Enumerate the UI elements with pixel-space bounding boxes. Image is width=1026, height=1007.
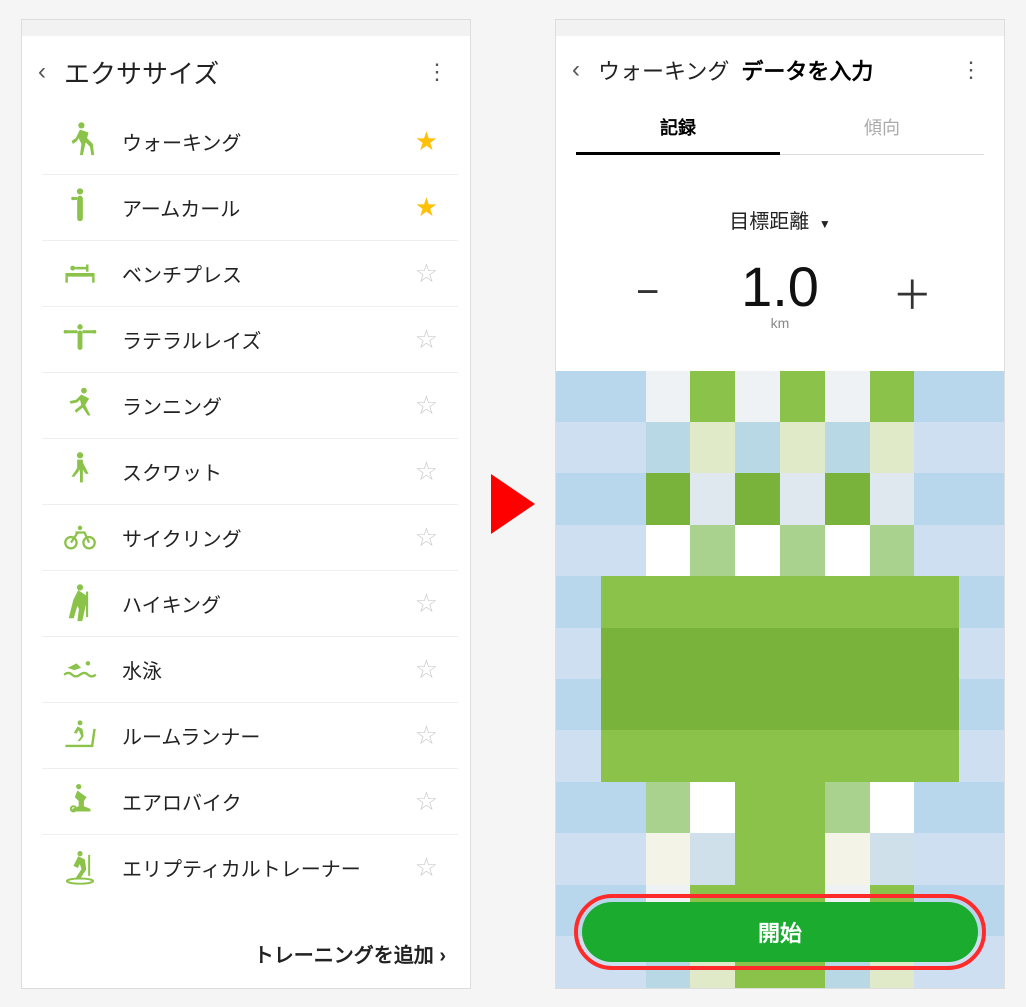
exercise-label: アームカール bbox=[122, 193, 391, 222]
exercise-label: ランニング bbox=[122, 391, 391, 420]
page-title: エクササイズ bbox=[64, 54, 402, 91]
list-item[interactable]: ラテラルレイズ ☆ bbox=[42, 307, 458, 373]
exercise-label: エアロバイク bbox=[122, 787, 391, 816]
caret-down-icon: ▼ bbox=[819, 217, 831, 231]
header: ‹ ウォーキング データを入力 ⋮ bbox=[556, 36, 1004, 104]
star-icon[interactable]: ☆ bbox=[415, 258, 438, 289]
list-item[interactable]: エリプティカルトレーナー ☆ bbox=[42, 835, 458, 901]
more-icon[interactable]: ⋮ bbox=[954, 57, 988, 83]
exercise-list: ウォーキング★アームカール★ベンチプレス☆ラテラルレイズ☆ランニング☆スクワット… bbox=[22, 109, 470, 919]
status-bar bbox=[556, 20, 1004, 36]
tabs: 記録 傾向 bbox=[576, 104, 984, 155]
tab-record[interactable]: 記録 bbox=[576, 104, 780, 155]
star-icon[interactable]: ☆ bbox=[415, 720, 438, 751]
start-button[interactable]: 開始 bbox=[582, 902, 978, 962]
exercise-label: エリプティカルトレーナー bbox=[122, 853, 391, 882]
chevron-right-icon: › bbox=[439, 945, 446, 967]
list-item[interactable]: ハイキング ☆ bbox=[42, 571, 458, 637]
exercise-start-screen: ‹ ウォーキング データを入力 ⋮ 記録 傾向 目標距離 ▼ − 1.0 km … bbox=[555, 19, 1005, 989]
exercise-label: ハイキング bbox=[122, 589, 391, 618]
star-icon[interactable]: ☆ bbox=[415, 390, 438, 421]
star-icon[interactable]: ★ bbox=[415, 192, 438, 223]
elliptical-icon bbox=[62, 850, 98, 886]
walk-icon bbox=[62, 123, 98, 159]
star-icon[interactable]: ☆ bbox=[415, 786, 438, 817]
target-dropdown[interactable]: 目標距離 ▼ bbox=[556, 205, 1004, 234]
list-item[interactable]: スクワット ☆ bbox=[42, 439, 458, 505]
exercise-label: ベンチプレス bbox=[122, 259, 391, 288]
list-item[interactable]: サイクリング ☆ bbox=[42, 505, 458, 571]
ergbike-icon bbox=[62, 783, 98, 819]
add-training-label: トレーニングを追加 bbox=[254, 945, 434, 967]
exercise-label: サイクリング bbox=[122, 523, 391, 552]
back-icon[interactable]: ‹ bbox=[38, 58, 46, 86]
start-label: 開始 bbox=[758, 921, 802, 946]
swim-icon bbox=[62, 651, 98, 687]
target-label: 目標距離 bbox=[729, 211, 809, 233]
exercise-label: ラテラルレイズ bbox=[122, 325, 391, 354]
plus-button[interactable]: ＋ bbox=[882, 263, 942, 321]
exercise-label: ウォーキング bbox=[122, 127, 391, 156]
start-button-highlight: 開始 bbox=[574, 894, 986, 970]
list-item[interactable]: ベンチプレス ☆ bbox=[42, 241, 458, 307]
star-icon[interactable]: ★ bbox=[415, 126, 438, 157]
star-icon[interactable]: ☆ bbox=[415, 852, 438, 883]
more-icon[interactable]: ⋮ bbox=[420, 59, 454, 85]
add-training-button[interactable]: トレーニングを追加 › bbox=[22, 919, 470, 988]
squat-icon bbox=[62, 453, 98, 489]
header-title-group: ウォーキング データを入力 bbox=[598, 54, 936, 86]
star-icon[interactable]: ☆ bbox=[415, 522, 438, 553]
lateral-icon bbox=[62, 321, 98, 357]
exercise-label: 水泳 bbox=[122, 655, 391, 684]
list-item[interactable]: ウォーキング ★ bbox=[42, 109, 458, 175]
exercise-list-screen: ‹ エクササイズ ⋮ ウォーキング ★ アームカール ★ ベンチプレス ☆ ラテラルレイズ ☆… bbox=[21, 19, 471, 989]
status-bar bbox=[22, 20, 470, 36]
treadmill-icon bbox=[62, 717, 98, 753]
armcurl-icon bbox=[62, 189, 98, 225]
star-icon[interactable]: ☆ bbox=[415, 456, 438, 487]
hike-icon bbox=[62, 585, 98, 621]
back-icon[interactable]: ‹ bbox=[572, 56, 580, 84]
list-item[interactable]: エアロバイク ☆ bbox=[42, 769, 458, 835]
star-icon[interactable]: ☆ bbox=[415, 588, 438, 619]
list-item[interactable]: ランニング ☆ bbox=[42, 373, 458, 439]
exercise-name: ウォーキング bbox=[598, 54, 729, 86]
distance-value: 1.0 bbox=[741, 255, 819, 318]
list-item[interactable]: アームカール ★ bbox=[42, 175, 458, 241]
distance-stepper: − 1.0 km ＋ bbox=[586, 254, 974, 331]
exercise-label: ルームランナー bbox=[122, 721, 391, 750]
star-icon[interactable]: ☆ bbox=[415, 654, 438, 685]
bench-icon bbox=[62, 255, 98, 291]
list-item[interactable]: 水泳 ☆ bbox=[42, 637, 458, 703]
arrow-right-icon bbox=[491, 474, 535, 534]
header: ‹ エクササイズ ⋮ bbox=[22, 36, 470, 109]
tab-trend[interactable]: 傾向 bbox=[780, 104, 984, 155]
distance-value-group: 1.0 km bbox=[741, 254, 819, 331]
minus-button[interactable]: − bbox=[618, 270, 678, 315]
run-icon bbox=[62, 387, 98, 423]
map-area[interactable]: 開始 bbox=[556, 371, 1004, 988]
list-item[interactable]: ルームランナー ☆ bbox=[42, 703, 458, 769]
exercise-label: スクワット bbox=[122, 457, 391, 486]
star-icon[interactable]: ☆ bbox=[415, 324, 438, 355]
header-action[interactable]: データを入力 bbox=[741, 54, 873, 86]
cycle-icon bbox=[62, 519, 98, 555]
